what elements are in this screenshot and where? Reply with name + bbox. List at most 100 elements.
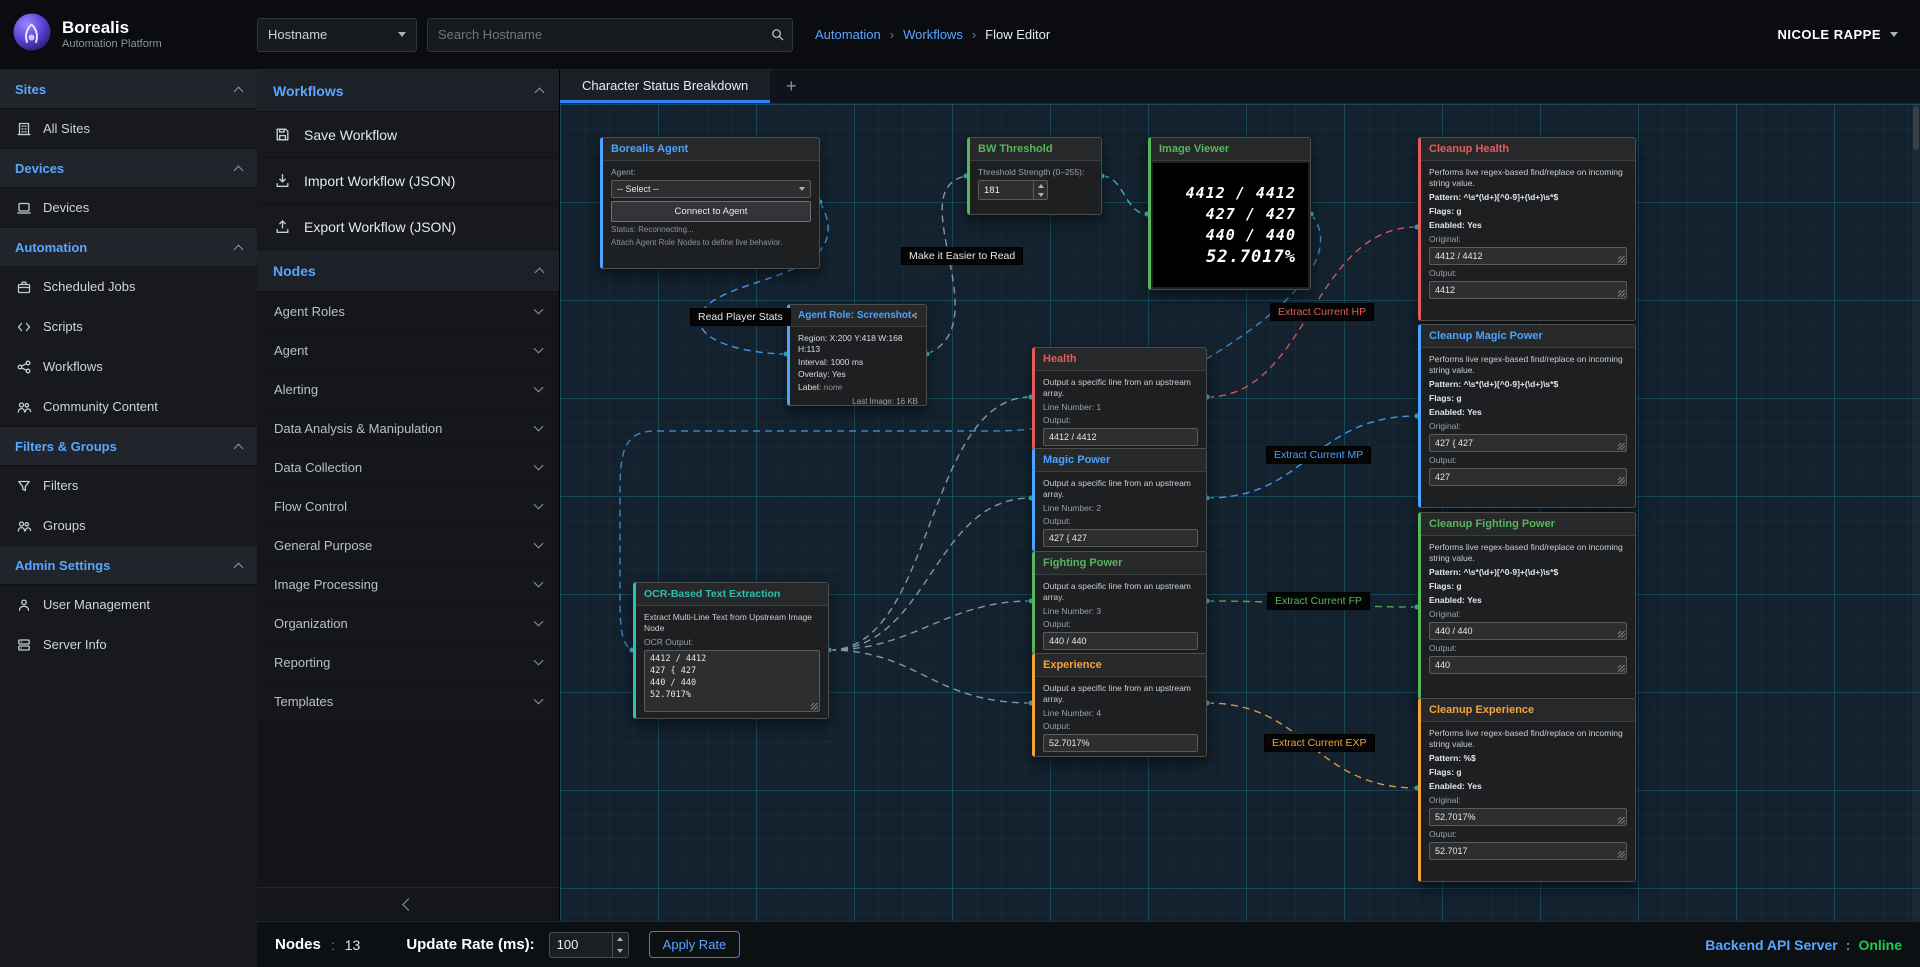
line-number-label: Line Number: 3 [1043,606,1198,616]
import-workflow-button[interactable]: Import Workflow (JSON) [257,158,559,204]
node-title: Cleanup Health [1429,143,1509,155]
sidebar-section-devices[interactable]: Devices [0,149,257,188]
collapse-panel-button[interactable] [257,887,559,921]
breadcrumb-workflows[interactable]: Workflows [903,27,963,42]
sidebar-section-filters-groups[interactable]: Filters & Groups [0,427,257,466]
save-workflow-button[interactable]: Save Workflow [257,112,559,158]
node-category-general-purpose[interactable]: General Purpose [257,526,559,565]
share-icon[interactable] [911,310,918,321]
new-tab-button[interactable]: + [770,70,812,103]
regex-flags: Flags: g [1429,206,1627,217]
output-label: Output: [1043,721,1198,731]
node-category-reporting[interactable]: Reporting [257,643,559,682]
sidebar-item-groups[interactable]: Groups [0,506,257,546]
output-field[interactable]: 4412 / 4412 [1043,428,1198,446]
main-sidebar: Sites All Sites Devices Devices Automati… [0,70,257,967]
original-textarea[interactable]: 427 { 427 [1429,434,1627,452]
agent-select[interactable]: -- Select -- [611,180,811,198]
node-cleanup-magic-power[interactable]: Cleanup Magic Power Performs live regex-… [1418,324,1636,508]
stepper[interactable] [612,933,628,957]
original-textarea[interactable]: 440 / 440 [1429,622,1627,640]
node-cleanup-health[interactable]: Cleanup Health Performs live regex-based… [1418,137,1636,321]
output-textarea[interactable]: 52.7017 [1429,842,1627,860]
edge-label-read-player-stats: Read Player Stats [690,308,791,326]
node-category-organization[interactable]: Organization [257,604,559,643]
building-icon [16,121,32,137]
node-category-templates[interactable]: Templates [257,682,559,721]
category-label: Organization [274,616,348,631]
node-category-agent[interactable]: Agent [257,331,559,370]
breadcrumb-separator: › [972,27,976,42]
node-cleanup-fighting-power[interactable]: Cleanup Fighting Power Performs live reg… [1418,512,1636,700]
sidebar-item-scripts[interactable]: Scripts [0,307,257,347]
update-rate-input[interactable] [549,932,629,958]
node-image-viewer[interactable]: Image Viewer 4412 / 4412 427 / 427 440 /… [1148,137,1311,290]
sidebar-item-label: Server Info [43,637,107,652]
sidebar-section-sites[interactable]: Sites [0,70,257,109]
node-fighting-power[interactable]: Fighting Power Output a specific line fr… [1032,551,1207,655]
update-rate-label: Update Rate (ms): [406,936,534,953]
node-description: Performs live regex-based find/replace o… [1429,354,1627,376]
node-bw-threshold[interactable]: BW Threshold Threshold Strength (0–255): [967,137,1102,215]
node-description: Output a specific line from an upstream … [1043,683,1198,705]
export-workflow-button[interactable]: Export Workflow (JSON) [257,204,559,250]
chevron-up-icon [234,562,244,572]
panel-section-workflows[interactable]: Workflows [257,70,559,112]
sidebar-item-filters[interactable]: Filters [0,466,257,506]
node-agent-role-screenshot[interactable]: Agent Role: Screenshot Region: X:200 Y:4… [787,304,927,406]
node-category-data-collection[interactable]: Data Collection [257,448,559,487]
node-category-alerting[interactable]: Alerting [257,370,559,409]
sidebar-item-devices[interactable]: Devices [0,188,257,228]
update-rate-value[interactable] [550,933,612,957]
node-category-agent-roles[interactable]: Agent Roles [257,292,559,331]
node-experience[interactable]: Experience Output a specific line from a… [1032,653,1207,757]
node-category-flow-control[interactable]: Flow Control [257,487,559,526]
threshold-input[interactable] [978,180,1048,200]
sidebar-item-user-management[interactable]: User Management [0,585,257,625]
ocr-output-textarea[interactable]: 4412 / 4412 427 { 427 440 / 440 52.7017% [644,650,820,712]
panel-section-nodes[interactable]: Nodes [257,250,559,292]
hostname-dropdown[interactable]: Hostname [257,18,417,52]
sidebar-item-all-sites[interactable]: All Sites [0,109,257,149]
role-region: Region: X:200 Y:418 W:168 H:113 [798,333,918,356]
output-textarea[interactable]: 440 [1429,656,1627,674]
node-category-data-analysis[interactable]: Data Analysis & Manipulation [257,409,559,448]
sidebar-item-scheduled-jobs[interactable]: Scheduled Jobs [0,267,257,307]
apply-rate-button[interactable]: Apply Rate [649,931,741,958]
sidebar-item-label: Filters [43,478,78,493]
output-textarea[interactable]: 427 [1429,468,1627,486]
node-cleanup-experience[interactable]: Cleanup Experience Performs live regex-b… [1418,698,1636,882]
original-textarea[interactable]: 52.7017% [1429,808,1627,826]
output-textarea[interactable]: 4412 [1429,281,1627,299]
node-category-image-processing[interactable]: Image Processing [257,565,559,604]
regex-flags: Flags: g [1429,393,1627,404]
agent-select-value: -- Select -- [617,184,659,194]
user-menu[interactable]: NICOLE RAPPE [1777,27,1920,42]
node-borealis-agent[interactable]: Borealis Agent Agent: -- Select -- Conne… [600,137,820,269]
threshold-value[interactable] [979,181,1033,199]
canvas-scrollbar[interactable] [1912,104,1920,921]
scrollbar-thumb[interactable] [1913,106,1919,150]
search-input[interactable] [427,18,793,52]
stepper[interactable] [1033,181,1047,199]
output-field[interactable]: 427 { 427 [1043,529,1198,547]
flow-canvas[interactable]: Borealis Agent Agent: -- Select -- Conne… [560,104,1920,921]
breadcrumb-automation[interactable]: Automation [815,27,881,42]
tab-character-status-breakdown[interactable]: Character Status Breakdown [560,70,770,103]
sidebar-item-workflows[interactable]: Workflows [0,347,257,387]
output-field[interactable]: 440 / 440 [1043,632,1198,650]
sidebar-item-community-content[interactable]: Community Content [0,387,257,427]
regex-flags: Flags: g [1429,581,1627,592]
sidebar-section-admin-settings[interactable]: Admin Settings [0,546,257,585]
sidebar-item-server-info[interactable]: Server Info [0,625,257,665]
original-textarea[interactable]: 4412 / 4412 [1429,247,1627,265]
regex-enabled: Enabled: Yes [1429,407,1627,418]
output-field[interactable]: 52.7017% [1043,734,1198,752]
node-magic-power[interactable]: Magic Power Output a specific line from … [1032,448,1207,552]
code-icon [16,319,32,335]
connect-to-agent-button[interactable]: Connect to Agent [611,201,811,222]
node-health[interactable]: Health Output a specific line from an up… [1032,347,1207,451]
node-ocr-text-extraction[interactable]: OCR-Based Text Extraction Extract Multi-… [633,582,829,719]
node-description: Performs live regex-based find/replace o… [1429,167,1627,189]
sidebar-section-automation[interactable]: Automation [0,228,257,267]
